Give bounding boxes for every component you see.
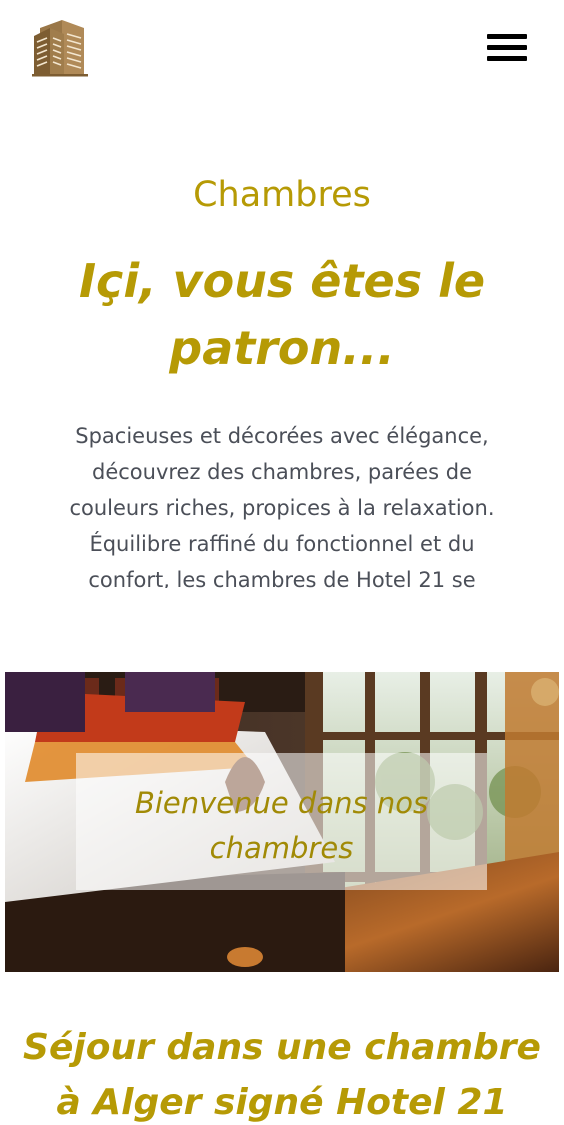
- menu-bar: [487, 34, 527, 39]
- intro-paragraph: Spacieuses et décorées avec élégance, dé…: [69, 424, 495, 588]
- section-title: Chambres: [193, 175, 371, 215]
- welcome-text: Bienvenue dans nos chambres: [134, 786, 429, 865]
- welcome-overlay: Bienvenue dans nos chambres: [76, 753, 487, 890]
- page: Chambres Içi, vous êtes le patron... Spa…: [0, 0, 564, 1125]
- site-logo-link[interactable]: [30, 18, 90, 78]
- menu-bar: [487, 56, 527, 61]
- hamburger-menu-icon[interactable]: [486, 32, 528, 64]
- hotel-building-icon: [32, 20, 88, 77]
- menu-bar: [487, 45, 527, 50]
- site-header: [0, 0, 564, 100]
- headline: Içi, vous êtes le patron...: [78, 254, 486, 375]
- hero-image: Bienvenue dans nos chambres: [5, 672, 559, 972]
- bottom-title: Séjour dans une chambre à Alger signé Ho…: [23, 1027, 541, 1123]
